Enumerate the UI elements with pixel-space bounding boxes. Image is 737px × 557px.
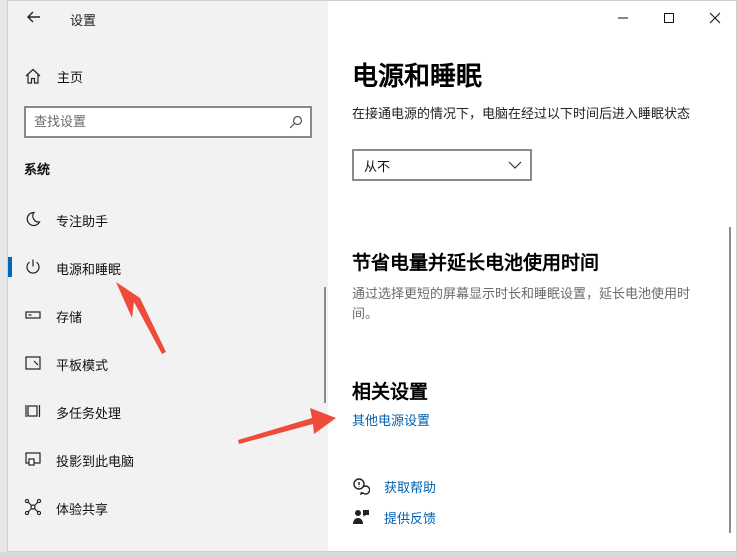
background-window-edge xyxy=(0,0,7,557)
sidebar-section-label: 系统 xyxy=(24,163,51,178)
battery-heading: 节省电量并延长电池使用时间 xyxy=(352,252,600,274)
minimize-icon xyxy=(618,17,628,19)
dropdown-selected-value: 从不 xyxy=(364,160,391,175)
page-title: 电源和睡眠 xyxy=(352,62,483,92)
sidebar-item-power-sleep[interactable]: 电源和睡眠 xyxy=(8,249,328,285)
sidebar-item-home[interactable]: 主页 xyxy=(8,61,328,91)
moon-icon xyxy=(26,211,41,227)
sidebar-item-storage[interactable]: 存储 xyxy=(8,297,328,333)
search-box xyxy=(24,106,312,138)
main-content: 电源和睡眠 在接通电源的情况下，电脑在经过以下时间后进入睡眠状态 从不 节省电量… xyxy=(328,1,736,551)
maximize-button[interactable] xyxy=(646,1,692,35)
sidebar-item-label: 体验共享 xyxy=(56,503,109,518)
window-controls xyxy=(600,1,736,35)
feedback-icon xyxy=(353,510,369,524)
sidebar-item-focus-assist[interactable]: 专注助手 xyxy=(8,201,328,237)
sidebar-item-label: 多任务处理 xyxy=(56,407,122,422)
multitask-icon xyxy=(25,405,41,417)
related-settings-heading: 相关设置 xyxy=(352,381,429,403)
close-button[interactable] xyxy=(692,1,736,35)
sidebar-item-label: 主页 xyxy=(57,71,84,86)
settings-window: 设置 主页 系统 专注助手 电源和睡眠 存储 平板模式 多任务 xyxy=(7,0,737,552)
maximize-icon xyxy=(664,13,674,23)
sidebar-item-tablet-mode[interactable]: 平板模式 xyxy=(8,345,328,381)
close-icon xyxy=(709,12,721,24)
sidebar-item-shared-experiences[interactable]: 体验共享 xyxy=(8,489,328,525)
help-chat-icon xyxy=(353,478,370,495)
help-item-label: 获取帮助 xyxy=(384,481,437,496)
additional-power-settings-link[interactable]: 其他电源设置 xyxy=(352,410,430,429)
background-taskbar-strip xyxy=(0,552,737,557)
sidebar-item-project-to-pc[interactable]: 投影到此电脑 xyxy=(8,441,328,477)
power-icon xyxy=(26,259,40,274)
sleep-description: 在接通电源的情况下，电脑在经过以下时间后进入睡眠状态 xyxy=(352,107,691,122)
sidebar: 设置 主页 系统 专注助手 电源和睡眠 存储 平板模式 多任务 xyxy=(8,1,328,551)
sidebar-item-label: 专注助手 xyxy=(56,215,109,230)
tablet-icon xyxy=(25,356,41,370)
sidebar-item-label: 平板模式 xyxy=(56,359,109,374)
main-scrollbar[interactable] xyxy=(729,227,731,533)
app-title: 设置 xyxy=(70,14,97,29)
chevron-down-icon xyxy=(508,161,522,169)
sidebar-item-label: 投影到此电脑 xyxy=(56,455,135,470)
help-item-label: 提供反馈 xyxy=(384,512,437,527)
minimize-button[interactable] xyxy=(600,1,646,35)
sidebar-item-label: 存储 xyxy=(56,311,83,326)
sidebar-item-label: 电源和睡眠 xyxy=(56,263,122,278)
project-icon xyxy=(25,452,41,466)
storage-icon xyxy=(25,311,41,319)
share-icon xyxy=(24,498,42,516)
back-arrow-icon xyxy=(27,11,40,23)
sidebar-scrollbar[interactable] xyxy=(324,287,326,403)
back-button[interactable] xyxy=(22,9,46,29)
search-input[interactable] xyxy=(34,112,274,132)
battery-description: 通过选择更短的屏幕显示时长和睡眠设置，延长电池使用时间。 xyxy=(352,287,691,322)
sidebar-item-multitasking[interactable]: 多任务处理 xyxy=(8,393,328,429)
sleep-time-dropdown[interactable]: 从不 xyxy=(352,149,532,181)
home-icon xyxy=(25,68,41,84)
search-icon[interactable] xyxy=(288,114,304,130)
